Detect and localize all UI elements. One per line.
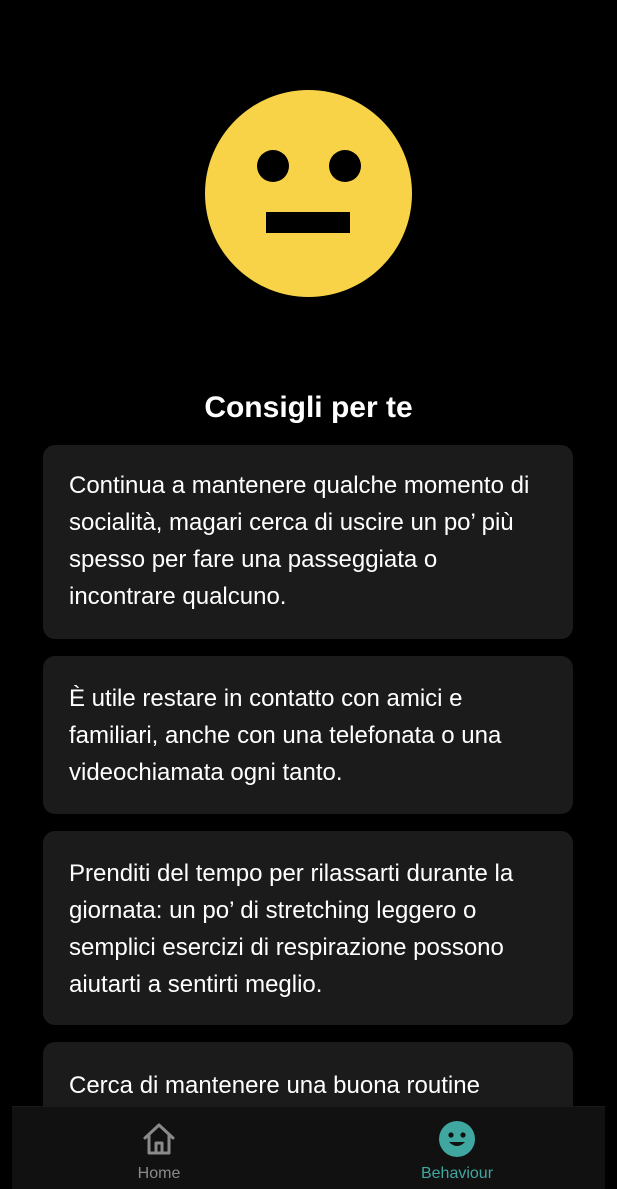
tip-text: È utile restare in contatto con amici e … xyxy=(69,685,502,786)
smiley-icon xyxy=(439,1121,475,1157)
nav-item-home[interactable]: Home xyxy=(79,1107,239,1189)
home-icon xyxy=(143,1123,175,1155)
tip-card: Continua a mantenere qualche momento di … xyxy=(43,445,573,639)
tip-card: È utile restare in contatto con amici e … xyxy=(43,656,573,814)
nav-label-behaviour: Behaviour xyxy=(420,1165,494,1182)
right-eye xyxy=(329,150,361,182)
nav-item-behaviour[interactable]: Behaviour xyxy=(377,1107,537,1189)
tip-text: Continua a mantenere qualche momento di … xyxy=(69,472,530,610)
mouth xyxy=(266,212,350,233)
left-eye xyxy=(257,150,289,182)
nav-label-home: Home xyxy=(137,1165,181,1182)
section-title: Consigli per te xyxy=(204,391,413,424)
bottom-navigation: Home Behaviour xyxy=(12,1106,605,1189)
tip-text: Prenditi del tempo per rilassarti durant… xyxy=(69,860,514,998)
neutral-face-icon xyxy=(205,90,412,297)
tip-text: Cerca di mantenere una buona routine xyxy=(69,1072,480,1099)
tip-card: Prenditi del tempo per rilassarti durant… xyxy=(43,831,573,1025)
